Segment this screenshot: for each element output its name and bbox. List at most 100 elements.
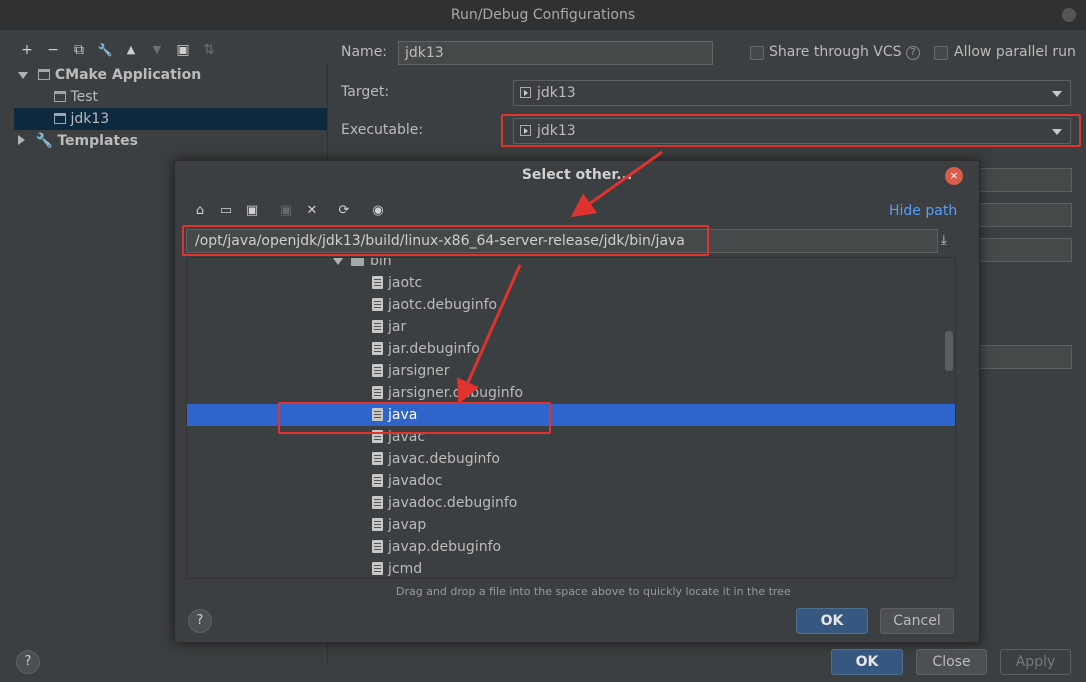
file-label: jar.debuginfo bbox=[388, 341, 480, 357]
file-label: jarsigner.debuginfo bbox=[388, 385, 524, 401]
file-label: javap bbox=[388, 517, 427, 533]
move-down-icon[interactable]: ▼ bbox=[148, 41, 166, 59]
tree-group-label: CMake Application bbox=[54, 67, 202, 83]
file-icon bbox=[372, 518, 383, 531]
target-icon bbox=[520, 87, 531, 98]
file-label: javadoc.debuginfo bbox=[388, 495, 518, 511]
share-vcs-checkbox[interactable] bbox=[750, 46, 764, 60]
dialog-ok-button[interactable]: OK bbox=[796, 608, 868, 634]
file-row[interactable]: javap bbox=[187, 514, 955, 536]
tree-group-cmake[interactable]: CMake Application bbox=[14, 64, 327, 86]
new-folder-icon[interactable]: ▣ bbox=[277, 202, 295, 220]
program-args-field[interactable] bbox=[970, 168, 1072, 192]
allow-parallel-checkbox[interactable] bbox=[934, 46, 948, 60]
ok-button[interactable]: OK bbox=[831, 649, 903, 675]
chevron-down-icon bbox=[1052, 91, 1062, 97]
file-icon bbox=[372, 452, 383, 465]
desktop-icon[interactable]: ▭ bbox=[217, 202, 235, 220]
dialog-close-icon[interactable]: × bbox=[945, 167, 963, 185]
scrollbar-thumb[interactable] bbox=[945, 331, 953, 371]
window-close-icon[interactable] bbox=[1062, 8, 1076, 22]
config-icon bbox=[54, 113, 66, 124]
folder-label: bin bbox=[370, 257, 392, 269]
file-label: javac.debuginfo bbox=[388, 451, 500, 467]
file-icon bbox=[372, 540, 383, 553]
move-up-icon[interactable]: ▲ bbox=[122, 41, 140, 59]
file-row[interactable]: jar.debuginfo bbox=[187, 338, 955, 360]
tree-group-templates[interactable]: 🔧 Templates bbox=[14, 130, 327, 152]
folder-icon bbox=[351, 258, 364, 266]
folder-row-bin[interactable]: bin bbox=[187, 257, 955, 272]
expand-arrow-icon[interactable] bbox=[18, 72, 28, 79]
file-label: javap.debuginfo bbox=[388, 539, 502, 555]
file-icon bbox=[372, 386, 383, 399]
wrench-icon[interactable]: 🔧 bbox=[96, 41, 114, 59]
help-button[interactable]: ? bbox=[16, 650, 40, 674]
show-hidden-icon[interactable]: ◉ bbox=[369, 202, 387, 220]
file-row[interactable]: javap.debuginfo bbox=[187, 536, 955, 558]
collapse-arrow-icon[interactable] bbox=[18, 135, 25, 145]
dialog-cancel-button[interactable]: Cancel bbox=[880, 608, 954, 634]
name-input[interactable]: jdk13 bbox=[398, 41, 713, 65]
file-label: javadoc bbox=[388, 473, 443, 489]
file-label: jarsigner bbox=[388, 363, 450, 379]
target-label: Target: bbox=[341, 84, 390, 100]
target-select[interactable]: jdk13 bbox=[513, 80, 1071, 106]
target-value: jdk13 bbox=[537, 85, 576, 101]
apply-button[interactable]: Apply bbox=[1000, 649, 1071, 675]
remove-icon[interactable]: − bbox=[44, 41, 62, 59]
executable-label: Executable: bbox=[341, 122, 424, 138]
file-icon bbox=[372, 298, 383, 311]
before-launch-field[interactable] bbox=[970, 345, 1072, 369]
add-icon[interactable]: + bbox=[18, 41, 36, 59]
window-title: Run/Debug Configurations bbox=[0, 0, 1086, 30]
file-row[interactable]: jcmd bbox=[187, 558, 955, 578]
expand-arrow-icon[interactable] bbox=[333, 258, 343, 265]
drag-drop-hint: Drag and drop a file into the space abov… bbox=[396, 585, 791, 598]
close-button[interactable]: Close bbox=[916, 649, 987, 675]
file-label: jcmd bbox=[388, 561, 423, 577]
folder-icon[interactable]: ▣ bbox=[174, 41, 192, 59]
config-icon bbox=[54, 91, 66, 102]
file-row[interactable]: javadoc bbox=[187, 470, 955, 492]
env-vars-field[interactable] bbox=[970, 238, 1072, 262]
tree-item-test[interactable]: Test bbox=[14, 86, 327, 108]
delete-icon[interactable]: ✕ bbox=[303, 202, 321, 220]
file-row[interactable]: javadoc.debuginfo bbox=[187, 492, 955, 514]
home-icon[interactable]: ⌂ bbox=[191, 202, 209, 220]
cmake-config-icon bbox=[38, 69, 51, 80]
file-label: jaotc.debuginfo bbox=[388, 297, 498, 313]
executable-highlight-box bbox=[501, 114, 1081, 147]
file-icon bbox=[372, 496, 383, 509]
hide-path-link[interactable]: Hide path bbox=[889, 203, 957, 219]
file-icon bbox=[372, 474, 383, 487]
file-row[interactable]: javac.debuginfo bbox=[187, 448, 955, 470]
tree-item-label: jdk13 bbox=[70, 111, 110, 127]
file-row[interactable]: jaotc bbox=[187, 272, 955, 294]
file-icon bbox=[372, 320, 383, 333]
dialog-help-button[interactable]: ? bbox=[188, 609, 212, 633]
download-icon[interactable]: ⤓ bbox=[941, 233, 947, 248]
working-dir-field[interactable] bbox=[970, 203, 1072, 227]
select-other-dialog: Select other... × ⌂ ▭ ▣ ▣ ✕ ⟳ ◉ Hide pat… bbox=[174, 160, 980, 643]
tree-item-label: Test bbox=[70, 89, 99, 105]
file-row[interactable]: jarsigner bbox=[187, 360, 955, 382]
refresh-icon[interactable]: ⟳ bbox=[335, 202, 353, 220]
file-label: jar bbox=[388, 319, 407, 335]
copy-icon[interactable]: ⧉ bbox=[70, 41, 88, 59]
file-row[interactable]: jaotc.debuginfo bbox=[187, 294, 955, 316]
run-debug-configurations-window: Run/Debug Configurations + − ⧉ 🔧 ▲ ▼ ▣ ⇅… bbox=[0, 0, 1086, 682]
file-row[interactable]: jar bbox=[187, 316, 955, 338]
wrench-icon: 🔧 bbox=[35, 133, 53, 149]
help-icon[interactable]: ? bbox=[906, 46, 920, 60]
file-icon bbox=[372, 562, 383, 575]
name-label: Name: bbox=[341, 44, 388, 60]
sort-icon[interactable]: ⇅ bbox=[200, 41, 218, 59]
project-folder-icon[interactable]: ▣ bbox=[243, 202, 261, 220]
share-vcs-label: Share through VCS bbox=[769, 44, 902, 60]
file-row[interactable]: jarsigner.debuginfo bbox=[187, 382, 955, 404]
file-icon bbox=[372, 364, 383, 377]
path-highlight-box bbox=[182, 225, 709, 256]
file-icon bbox=[372, 342, 383, 355]
tree-item-jdk13[interactable]: jdk13 bbox=[14, 108, 327, 130]
